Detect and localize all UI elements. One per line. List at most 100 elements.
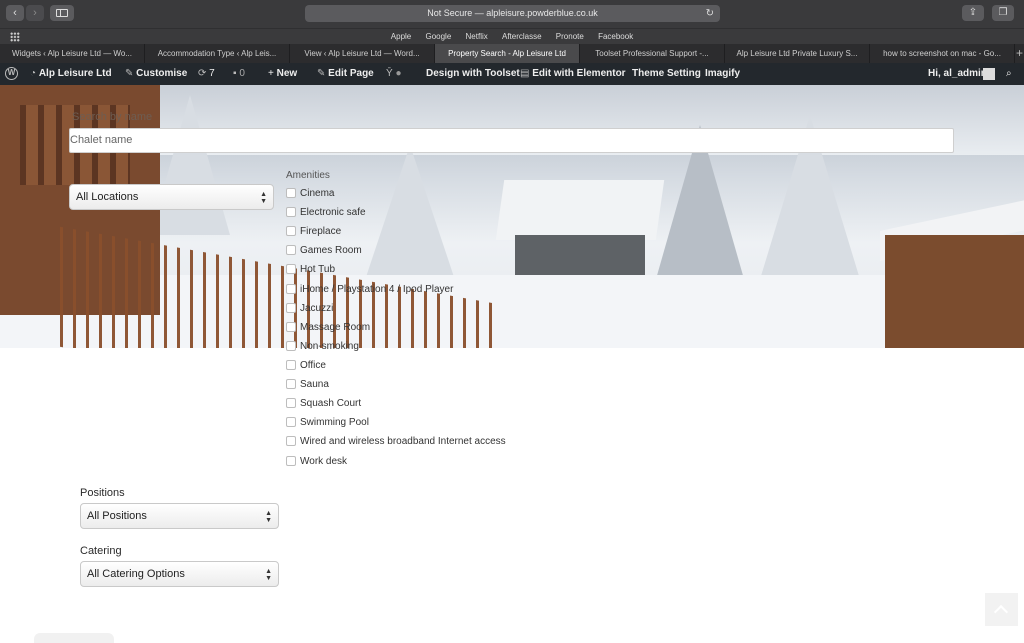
- pencil-icon: ✎: [317, 68, 326, 79]
- locations-select[interactable]: All Locations ▲ ▼: [69, 184, 274, 210]
- positions-select[interactable]: All Positions ▲ ▼: [80, 503, 279, 529]
- comments-link[interactable]: ▪ 0: [233, 63, 245, 85]
- customise-label: Customise: [136, 68, 188, 79]
- browser-tab[interactable]: Toolset Professional Support -...: [580, 44, 725, 63]
- checkbox-box[interactable]: [286, 264, 296, 274]
- chevron-left-icon: ‹: [13, 7, 17, 19]
- greeting: Hi, al_admin: [928, 68, 987, 79]
- browser-tab[interactable]: how to screenshot on mac - Go...: [870, 44, 1015, 63]
- browser-tab[interactable]: Widgets ‹ Alp Leisure Ltd — Wo...: [0, 44, 145, 63]
- reload-icon[interactable]: ↻: [706, 5, 714, 22]
- submit-button-partial[interactable]: [34, 633, 114, 643]
- checkbox-box[interactable]: [286, 207, 296, 217]
- theme-setting-label: Theme Setting: [632, 68, 701, 79]
- catering-select[interactable]: All Catering Options ▲ ▼: [80, 561, 279, 587]
- elementor-link[interactable]: ▤ Edit with Elementor: [520, 63, 626, 85]
- edit-page-link[interactable]: ✎ Edit Page: [317, 63, 374, 85]
- amenity-label: iHome / Playstation 4 / Ipod Player: [300, 284, 454, 295]
- checkbox-box[interactable]: [286, 398, 296, 408]
- checkbox-box[interactable]: [286, 322, 296, 332]
- browser-tab[interactable]: View ‹ Alp Leisure Ltd — Word...: [290, 44, 435, 63]
- imagify-link[interactable]: Imagify: [705, 63, 740, 85]
- customise-link[interactable]: ✎ Customise: [125, 63, 187, 85]
- chalet-name-placeholder: Chalet name: [70, 134, 133, 146]
- yoast-icon: Ȳ: [386, 68, 393, 79]
- hero-image: [0, 85, 1024, 348]
- edit-page-label: Edit Page: [328, 68, 374, 79]
- comments-count: 0: [239, 68, 245, 79]
- sidebar-toggle-button[interactable]: [50, 5, 74, 21]
- browser-toolbar: ‹ › Not Secure — alpleisure.powderblue.c…: [0, 0, 1024, 28]
- browser-tab[interactable]: Alp Leisure Ltd Private Luxury S...: [725, 44, 870, 63]
- checkbox-box[interactable]: [286, 188, 296, 198]
- address-text: Not Secure — alpleisure.powderblue.co.uk: [427, 8, 598, 18]
- wordpress-icon[interactable]: W: [5, 67, 18, 80]
- scroll-to-top-button[interactable]: [985, 593, 1018, 626]
- elementor-icon: ▤: [520, 68, 530, 79]
- checkbox-box[interactable]: [286, 284, 296, 294]
- checkbox-box[interactable]: [286, 245, 296, 255]
- new-tab-button[interactable]: +: [1015, 44, 1024, 63]
- amenity-label: Games Room: [300, 245, 362, 256]
- plus-icon: +: [268, 68, 274, 79]
- chalet-right: [885, 235, 1024, 348]
- wp-admin-bar: W ◔ Alp Leisure Ltd ✎ Customise ⟳ 7 ▪ 0 …: [0, 63, 1024, 85]
- chevron-right-icon: ›: [33, 7, 37, 19]
- status-dot-icon: ●: [395, 68, 402, 79]
- amenity-label: Office: [300, 360, 326, 371]
- checkbox-box[interactable]: [286, 341, 296, 351]
- amenity-label: Fireplace: [300, 226, 342, 237]
- account-link[interactable]: Hi, al_admin: [928, 63, 987, 85]
- tabs-icon: ❐: [998, 7, 1008, 18]
- amenity-label: Jacuzzi: [300, 303, 334, 314]
- sidebar-icon: [56, 9, 68, 17]
- chalet-name-input[interactable]: Chalet name: [69, 128, 954, 153]
- browser-tab[interactable]: Accommodation Type ‹ Alp Leis...: [145, 44, 290, 63]
- checkbox-box[interactable]: [286, 379, 296, 389]
- elementor-label: Edit with Elementor: [532, 68, 626, 79]
- show-tabs-button[interactable]: ❐: [992, 5, 1014, 21]
- favorite-link[interactable]: Netflix: [466, 32, 488, 41]
- share-button[interactable]: ⇪: [962, 5, 984, 21]
- amenity-label: Electronic safe: [300, 207, 366, 218]
- search-icon[interactable]: ⌕: [1006, 63, 1012, 85]
- locations-value: All Locations: [76, 191, 139, 203]
- yoast-link[interactable]: Ȳ ●: [386, 63, 402, 85]
- catering-label: Catering: [80, 545, 122, 557]
- address-bar[interactable]: Not Secure — alpleisure.powderblue.co.uk…: [305, 5, 720, 22]
- search-label: Search by name: [72, 111, 153, 123]
- site-name: Alp Leisure Ltd: [38, 68, 112, 79]
- favorite-link[interactable]: Apple: [391, 32, 411, 41]
- dashboard-icon: ◔: [30, 68, 37, 79]
- amenity-label: Cinema: [300, 188, 335, 199]
- favorite-link[interactable]: Facebook: [598, 32, 633, 41]
- toolset-link[interactable]: Design with Toolset: [426, 63, 520, 85]
- amenity-label: Sauna: [300, 379, 329, 390]
- favorite-link[interactable]: Afterclasse: [502, 32, 542, 41]
- checkbox-box[interactable]: [286, 360, 296, 370]
- checkbox-box[interactable]: [286, 226, 296, 236]
- browser-tab-active[interactable]: Property Search - Alp Leisure Ltd: [435, 44, 580, 63]
- back-button[interactable]: ‹: [6, 5, 24, 21]
- avatar[interactable]: [983, 68, 995, 80]
- favorite-link[interactable]: Google: [425, 32, 451, 41]
- new-content-link[interactable]: + New: [268, 63, 297, 85]
- checkbox-box[interactable]: [286, 436, 296, 446]
- theme-setting-link[interactable]: Theme Setting: [632, 63, 701, 85]
- checkbox-box[interactable]: [286, 417, 296, 427]
- checkbox-box[interactable]: [286, 456, 296, 466]
- new-label: New: [276, 68, 298, 79]
- updates-count: 7: [209, 68, 215, 79]
- favorite-link[interactable]: Pronote: [556, 32, 584, 41]
- select-arrows-icon: ▲ ▼: [265, 568, 272, 582]
- tree-shape: [150, 95, 230, 235]
- site-name-link[interactable]: ◔ Alp Leisure Ltd: [30, 63, 112, 85]
- checkbox-box[interactable]: [286, 303, 296, 313]
- updates-link[interactable]: ⟳ 7: [198, 63, 215, 85]
- tab-bar: Widgets ‹ Alp Leisure Ltd — Wo... Accomm…: [0, 44, 1024, 63]
- catering-value: All Catering Options: [87, 568, 185, 580]
- forward-button[interactable]: ›: [26, 5, 44, 21]
- select-arrows-icon: ▲ ▼: [265, 510, 272, 524]
- amenity-label: Hot Tub: [300, 264, 336, 275]
- amenity-label: Non-smoking: [300, 341, 359, 352]
